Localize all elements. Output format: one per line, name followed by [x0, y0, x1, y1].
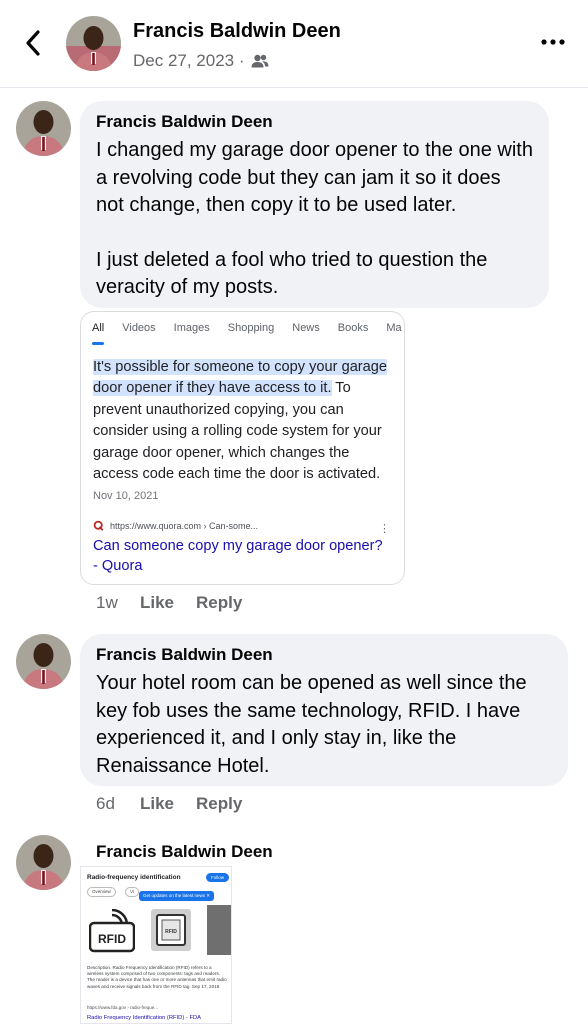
snippet-date: Nov 10, 2021 — [93, 490, 159, 503]
tab-all: All — [92, 312, 105, 346]
rfid-title: Radio-frequency identification — [87, 874, 181, 881]
news-tooltip: Get updates on the latest news ✕ — [139, 891, 215, 901]
result-link: Can someone copy my garage door opener? … — [93, 538, 383, 574]
comment-paragraph: I changed my garage door opener to the o… — [96, 139, 533, 216]
more-horizontal-icon — [541, 39, 565, 45]
tab-videos: Videos — [122, 322, 156, 334]
comment-avatar[interactable] — [16, 101, 71, 156]
videos-chip: Vi — [125, 887, 139, 897]
comment-avatar[interactable] — [16, 835, 71, 890]
comment-paragraph: I just deleted a fool who tried to quest… — [96, 248, 488, 299]
tab-books: Books — [337, 322, 369, 334]
search-tabs: All Videos Images Shopping News Books Ma — [81, 312, 404, 346]
comment-author[interactable]: Francis Baldwin Deen — [96, 644, 552, 666]
overview-chip: Overview — [87, 887, 116, 897]
more-vertical-icon: ⋮ — [379, 523, 390, 535]
header-avatar[interactable] — [66, 16, 121, 71]
rfid-reader-image — [207, 905, 231, 955]
post-header: Francis Baldwin Deen Dec 27, 2023 · — [0, 0, 588, 88]
rfid-logo-label: RFID — [98, 932, 126, 946]
rfid-description: Description. Radio Frequency Identificat… — [87, 965, 227, 989]
tab-maps: Ma — [386, 322, 402, 334]
friends-icon — [251, 54, 269, 68]
rfid-source: https://www.fda.gov › radio-freque... — [87, 1005, 159, 1010]
search-result-screenshot[interactable]: All Videos Images Shopping News Books Ma… — [80, 311, 405, 585]
like-button[interactable]: Like — [140, 593, 174, 613]
back-button[interactable] — [18, 26, 48, 60]
comment-actions: 6d Like Reply — [96, 794, 242, 814]
rfid-chip-image: RFID — [151, 909, 191, 951]
chevron-left-icon — [26, 30, 40, 56]
comment-bubble[interactable]: Francis Baldwin Deen I changed my garage… — [80, 101, 549, 308]
comment-bubble[interactable]: Francis Baldwin Deen Your hotel room can… — [80, 634, 568, 786]
tab-shopping: Shopping — [227, 322, 275, 334]
result-source: https://www.quora.com › Can-some... — [93, 520, 258, 531]
search-snippet: It's possible for someone to copy your g… — [93, 357, 398, 508]
comment-text: I changed my garage door opener to the o… — [96, 137, 533, 302]
like-button[interactable]: Like — [140, 794, 174, 814]
post-date[interactable]: Dec 27, 2023 · — [133, 51, 245, 71]
result-url: https://www.quora.com › Can-some... — [110, 520, 259, 531]
comment-paragraph: Your hotel room can be opened as well si… — [96, 672, 527, 777]
comment-actions: 1w Like Reply — [96, 593, 242, 613]
rfid-logo-icon: RFID — [89, 909, 135, 953]
comment-avatar[interactable] — [16, 634, 71, 689]
tab-images: Images — [173, 322, 210, 334]
rfid-screenshot[interactable]: Radio-frequency identification Follow Ov… — [80, 866, 232, 1024]
tab-news: News — [292, 322, 320, 334]
comment-author[interactable]: Francis Baldwin Deen — [96, 111, 533, 133]
header-author-name[interactable]: Francis Baldwin Deen — [133, 20, 341, 43]
comment-time[interactable]: 6d — [96, 794, 140, 814]
comment-time[interactable]: 1w — [96, 593, 140, 613]
quora-icon — [93, 520, 104, 531]
rfid-chip-label: RFID — [165, 929, 177, 935]
tooltip-text: Get updates on the latest news — [143, 893, 206, 898]
rfid-link: Radio Frequency Identification (RFID) - … — [87, 1015, 202, 1021]
follow-chip: Follow — [206, 873, 230, 882]
header-meta: Dec 27, 2023 · — [133, 51, 269, 71]
comment-author[interactable]: Francis Baldwin Deen — [96, 841, 273, 863]
reply-button[interactable]: Reply — [196, 593, 242, 613]
comment-text: Your hotel room can be opened as well si… — [96, 670, 552, 780]
reply-button[interactable]: Reply — [196, 794, 242, 814]
more-options-button[interactable] — [538, 32, 568, 52]
